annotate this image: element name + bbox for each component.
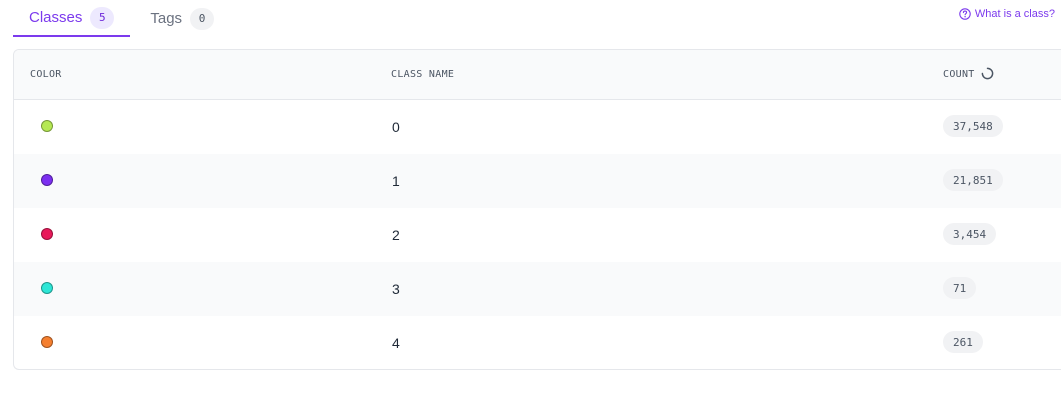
tab-bar: Classes 5 Tags 0: [13, 0, 230, 37]
class-name-cell: 2: [392, 227, 400, 243]
table-row[interactable]: 0 37,548: [14, 100, 1061, 154]
table-row[interactable]: 3 71: [14, 262, 1061, 316]
tab-tags[interactable]: Tags 0: [130, 0, 230, 37]
class-name-cell: 3: [392, 281, 400, 297]
class-name-cell: 0: [392, 119, 400, 135]
column-header-count[interactable]: COUNT: [943, 50, 994, 99]
class-color-swatch[interactable]: [41, 120, 53, 132]
class-color-swatch[interactable]: [41, 336, 53, 348]
tab-classes-label: Classes: [29, 9, 83, 26]
class-count-badge: 3,454: [943, 223, 997, 245]
tab-classes[interactable]: Classes 5: [13, 0, 131, 37]
class-count-badge: 261: [943, 331, 983, 353]
class-name-cell: 1: [392, 173, 400, 189]
column-header-class-name-label: CLASS NAME: [391, 69, 455, 80]
classes-table: COLOR CLASS NAME COUNT 0 37,548 1 21,851…: [13, 49, 1061, 370]
class-color-swatch[interactable]: [41, 282, 53, 294]
table-row[interactable]: 2 3,454: [14, 208, 1061, 262]
column-header-count-label: COUNT: [943, 69, 975, 80]
tab-tags-label: Tags: [150, 10, 183, 27]
class-color-swatch[interactable]: [41, 228, 53, 240]
class-name-cell: 4: [392, 335, 400, 351]
table-row[interactable]: 4 261: [14, 316, 1061, 369]
column-header-color-label: COLOR: [30, 69, 62, 80]
question-circle-icon: [959, 8, 971, 20]
table-header: COLOR CLASS NAME COUNT: [14, 50, 1061, 100]
tab-classes-count-badge: 5: [90, 6, 115, 29]
class-count-badge: 37,548: [943, 115, 1003, 137]
column-header-color: COLOR: [30, 50, 62, 99]
table-row[interactable]: 1 21,851: [14, 154, 1061, 208]
what-is-a-class-link[interactable]: What is a class?: [959, 8, 1055, 20]
column-header-class-name: CLASS NAME: [391, 50, 454, 99]
class-count-badge: 21,851: [943, 169, 1003, 191]
class-color-swatch[interactable]: [41, 174, 53, 186]
what-is-a-class-label: What is a class?: [974, 8, 1055, 20]
loading-spinner-icon: [981, 67, 994, 83]
class-count-badge: 71: [943, 277, 977, 299]
tab-tags-count-badge: 0: [190, 7, 215, 30]
